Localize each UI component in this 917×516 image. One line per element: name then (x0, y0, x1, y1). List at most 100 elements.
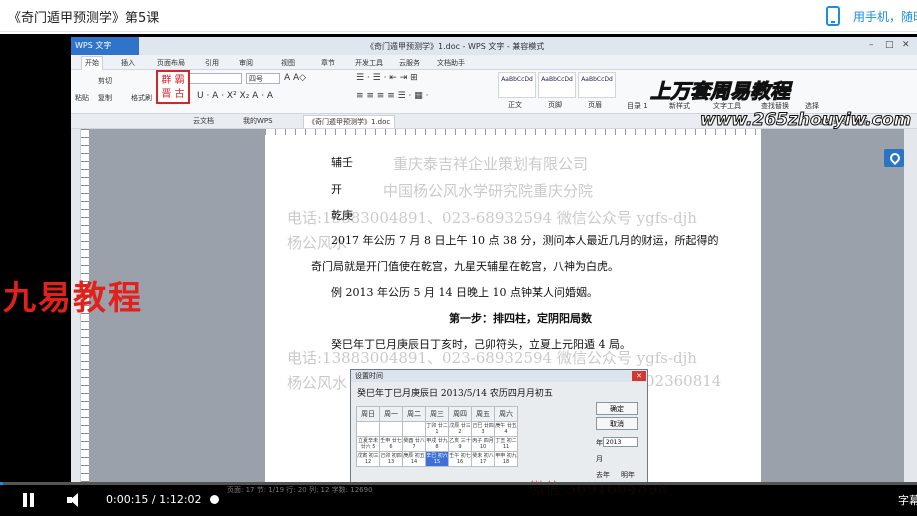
calendar-cell[interactable]: 甲戌 廿九 8 (425, 436, 449, 452)
cut-button[interactable]: 剪切 (98, 76, 112, 86)
menu-cloud[interactable]: 云服务 (399, 58, 420, 68)
menu-review[interactable]: 审阅 (239, 58, 253, 68)
calendar-cell[interactable]: 己巳 廿四 3 (471, 421, 495, 437)
vertical-scrollbar[interactable] (904, 129, 917, 484)
watermark-line: 重庆泰吉祥企业策划有限公司 (393, 155, 589, 173)
menu-chapter[interactable]: 章节 (321, 58, 335, 68)
horizontal-ruler (265, 129, 761, 135)
phone-icon[interactable] (826, 6, 840, 26)
format-painter-button[interactable]: 格式刷 (131, 93, 152, 103)
list-icons[interactable]: ☰ · ☰ · ⇤ ⇥ ⊞ (356, 73, 418, 83)
tab-cloud-docs[interactable]: 云文档 (189, 115, 218, 128)
subtitle-button[interactable]: 字幕 (898, 492, 917, 508)
volume-icon[interactable] (67, 492, 85, 508)
calendar-cell-selected[interactable]: 辛巳 初六 15 (425, 451, 449, 467)
align-icons[interactable]: ≡ ≡ ≡ ≡ ☰ · ▦ · (356, 91, 428, 101)
calendar-cell[interactable] (356, 421, 380, 437)
font-grow-icon[interactable]: A A◇ (284, 73, 306, 83)
phone-link[interactable]: 用手机，随时 (853, 8, 917, 25)
font-size-select[interactable]: 四号 (246, 73, 280, 84)
doc-heading: 第一步：排四柱，定阴阳局数 (449, 312, 592, 325)
total-time: 1:12:02 (159, 493, 202, 506)
menu-assistant[interactable]: 文档助手 (437, 58, 465, 68)
weekday-header: 周二 (402, 406, 426, 422)
menu-insert[interactable]: 插入 (121, 58, 135, 68)
calendar-cell[interactable]: 立夏辛未 廿六 5 (356, 436, 380, 452)
location-icon[interactable] (884, 149, 904, 167)
dialog-close-icon[interactable]: ✕ (632, 371, 646, 381)
ok-button[interactable]: 确定 (596, 402, 638, 415)
weekday-header: 周日 (356, 406, 380, 422)
calendar-cell[interactable]: 丁卯 廿二 1 (425, 421, 449, 437)
close-icon[interactable]: ✕ (902, 40, 910, 50)
calendar-cell[interactable]: 丙子 四月 10 (471, 436, 495, 452)
ribbon-toolbar: 剪切 复制 粘贴 格式刷 宋体 四号 A A◇ U · A · X² X₂ A … (71, 70, 917, 114)
weekday-header: 周五 (471, 406, 495, 422)
calendar-cell[interactable]: 癸未 初八 17 (471, 451, 495, 467)
pause-icon[interactable] (22, 493, 36, 507)
calendar-cell[interactable]: 丁丑 初二 11 (494, 436, 518, 452)
calendar-cell[interactable] (379, 421, 403, 437)
calendar-cell[interactable]: 壬申 廿七 6 (379, 436, 403, 452)
progress-fill (0, 482, 4, 485)
tab-current-doc[interactable]: 《奇门遁甲预测学》1.doc (303, 115, 396, 128)
time-display: 0:00:15 / 1:12:02 (106, 493, 202, 506)
maximize-icon[interactable]: □ (885, 40, 894, 50)
doc-line: 辅壬 (331, 156, 353, 169)
style-header[interactable]: AaBbCcDd (578, 72, 616, 98)
doc-line: 2017 年公历 7 月 8 日上午 10 点 38 分，测问本人最近几月的财运… (331, 234, 719, 247)
set-time-dialog: 设置时间 ✕ 癸巳年丁巳月庚辰日 2013/5/14 农历四月月初五 周日 周一… (350, 369, 648, 484)
tab-my-wps[interactable]: 我的WPS (239, 115, 277, 128)
calendar-cell[interactable]: 戊寅 初三 12 (356, 451, 380, 467)
calendar-cell[interactable]: 癸酉 廿八 7 (402, 436, 426, 452)
window-title: 《奇门遁甲预测学》1.doc - WPS 文字 - 兼容模式 (366, 42, 545, 51)
cancel-button[interactable]: 取消 (596, 417, 638, 430)
document-status-bar: 页面: 17 节: 1/19 行: 20 列: 12 字数: 12690 (227, 486, 373, 494)
dialog-title: 设置时间 (351, 370, 647, 382)
style-header-label: 页眉 (588, 101, 602, 109)
calendar-cell[interactable]: 庚午 廿五 4 (494, 421, 518, 437)
calendar-cell[interactable] (402, 421, 426, 437)
brand-overlay: 九易教程 (3, 278, 143, 317)
window-titlebar: WPS 文字 《奇门遁甲预测学》1.doc - WPS 文字 - 兼容模式 – … (71, 37, 917, 55)
seek-handle[interactable] (210, 495, 219, 504)
calendar-cell[interactable]: 乙亥 三十 9 (448, 436, 472, 452)
minimize-icon[interactable]: – (869, 40, 874, 50)
calendar-cell[interactable]: 戊辰 廿三 2 (448, 421, 472, 437)
copy-button[interactable]: 复制 (98, 93, 112, 103)
time-separator: / (151, 493, 156, 506)
menu-references[interactable]: 引用 (205, 58, 219, 68)
calendar-cell[interactable]: 己卯 初四 13 (379, 451, 403, 467)
paste-button[interactable]: 粘贴 (75, 93, 89, 103)
font-format-icons[interactable]: U · A · X² X₂ A · A (197, 91, 273, 101)
menu-view[interactable]: 视图 (281, 58, 295, 68)
doc-line: 癸巳年丁巳月庚辰日丁亥时，己卯符头，立夏上元阳遁 4 局。 (331, 338, 631, 351)
calendar-grid: 周日 周一 周二 周三 周四 周五 周六 丁卯 廿二 1 戊辰 廿三 2 己巳 … (356, 406, 518, 467)
wps-menu-button[interactable]: WPS 文字 (71, 37, 139, 55)
course-title: 《奇门遁甲预测学》第5课 (8, 11, 160, 26)
top-header: 《奇门遁甲预测学》第5课 用手机，随时 (0, 0, 917, 32)
stamp-text: 群 霸 晋 古 (161, 75, 185, 100)
doc-line: 例 2013 年公历 5 月 14 日晚上 10 点钟某人问婚姻。 (331, 286, 598, 299)
year-input[interactable]: 2013 (603, 437, 638, 447)
catalog-button[interactable]: 目录 1 (627, 101, 648, 111)
calendar-cell[interactable]: 壬午 初七 16 (448, 451, 472, 467)
calendar-cell[interactable]: 甲申 初九 18 (494, 451, 518, 467)
style-normal-label: 正文 (508, 101, 522, 109)
doc-line: 乾庚 (331, 209, 353, 222)
video-player[interactable]: WPS 文字 《奇门遁甲预测学》1.doc - WPS 文字 - 兼容模式 – … (0, 34, 917, 516)
menu-home[interactable]: 开始 (81, 56, 103, 70)
progress-track[interactable] (0, 482, 917, 485)
style-footer[interactable]: AaBbCcDd (538, 72, 576, 98)
watermark-line: 02360814 (645, 372, 722, 390)
red-seal-stamp: 群 霸 晋 古 (156, 70, 190, 104)
menu-bar: 开始 插入 页面布局 引用 审阅 视图 章节 开发工具 云服务 文档助手 (71, 55, 917, 70)
doc-line: 奇门局就是开门值使在乾宫，九星天辅星在乾宫，八神为白虎。 (311, 260, 619, 273)
overlay-promo-title: 上万套周易教程 (650, 79, 791, 104)
weekday-header: 周一 (379, 406, 403, 422)
menu-developer[interactable]: 开发工具 (355, 58, 383, 68)
style-normal[interactable]: AaBbCcDd (498, 72, 536, 98)
wps-screen: WPS 文字 《奇门遁甲预测学》1.doc - WPS 文字 - 兼容模式 – … (71, 37, 917, 484)
calendar-cell[interactable]: 庚辰 初五 14 (402, 451, 426, 467)
menu-page-layout[interactable]: 页面布局 (157, 58, 185, 68)
